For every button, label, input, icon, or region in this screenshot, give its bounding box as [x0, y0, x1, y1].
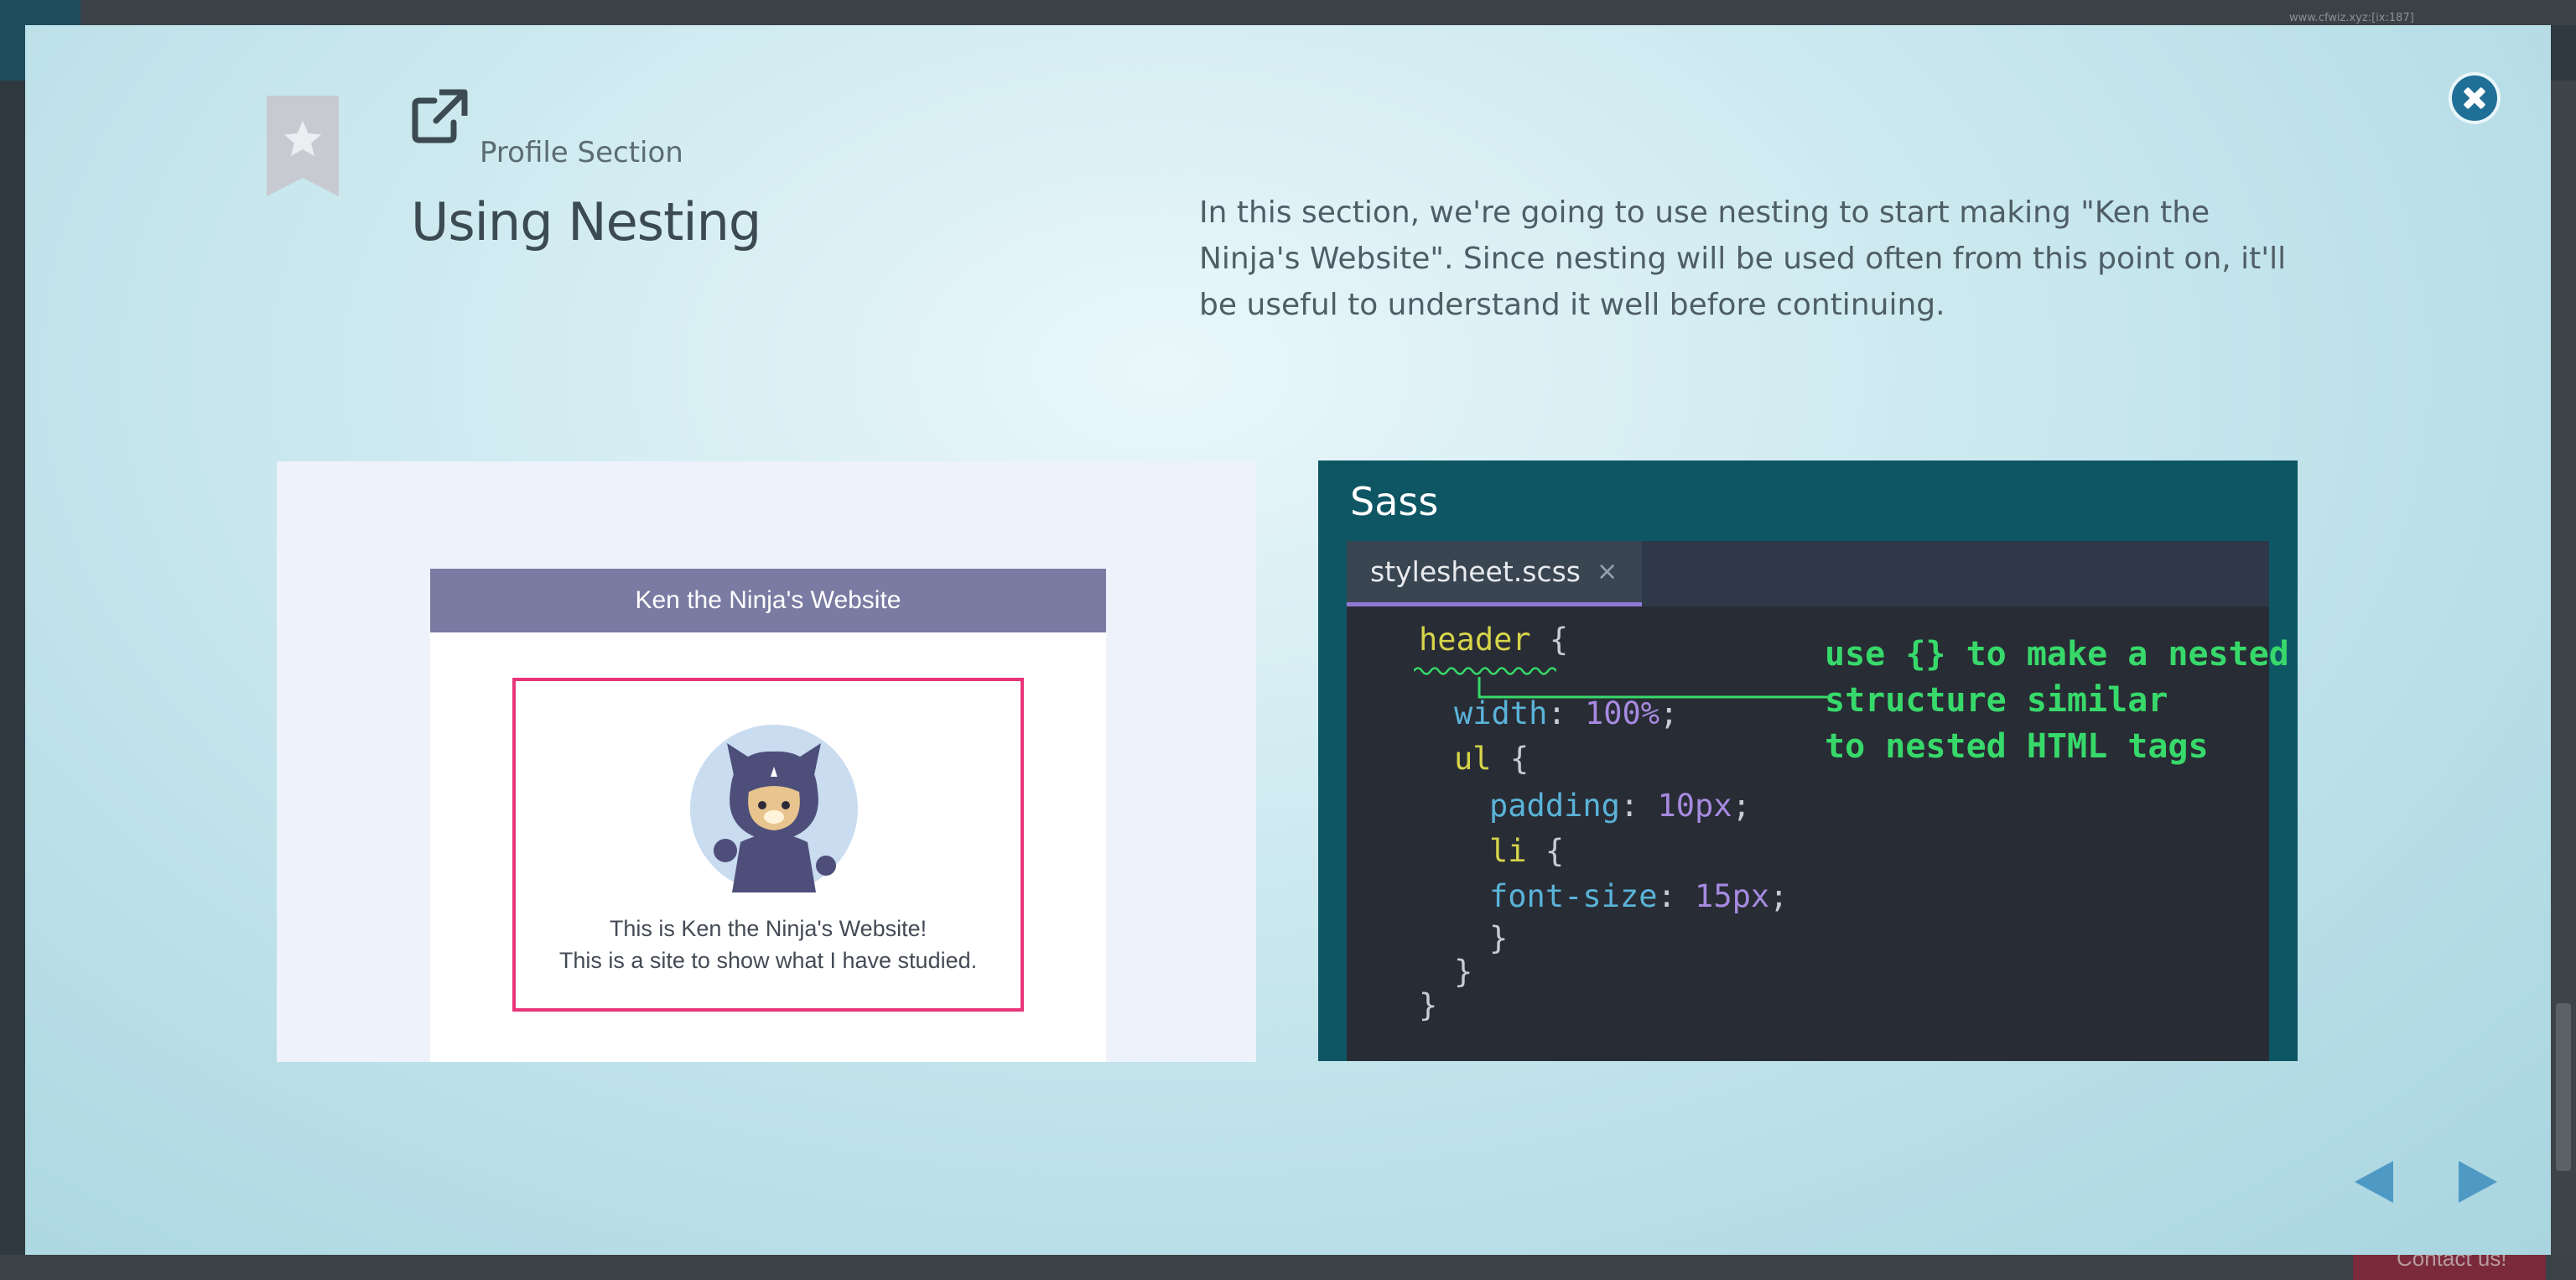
ninja-avatar-icon [690, 725, 858, 892]
code-line: } [1454, 954, 1473, 990]
code-line: } [1419, 987, 1438, 1023]
background-scrollbar[interactable] [2551, 81, 2576, 1255]
code-line: header { [1419, 622, 1568, 658]
code-value: 15px [1695, 878, 1770, 914]
code-selector: ul [1454, 741, 1492, 777]
code-property: padding [1489, 788, 1620, 824]
code-punctuation: { [1530, 622, 1569, 658]
close-icon[interactable] [2449, 72, 2501, 124]
code-line: padding: 10px; [1489, 788, 1751, 824]
code-editor: stylesheet.scss × header { use {} to mak… [1347, 541, 2289, 1061]
code-punctuation: { [1526, 833, 1565, 869]
scrollbar-thumb[interactable] [2556, 1003, 2571, 1171]
code-line: } [1489, 920, 1509, 956]
lesson-slide-modal: Profile Section Using Nesting In this se… [25, 25, 2551, 1255]
code-line: width: 100%; [1454, 695, 1678, 731]
code-punctuation: : [1657, 878, 1696, 914]
website-preview-image: Ken the Ninja's Website This is Ken the … [277, 461, 1256, 1062]
code-line: font-size: 15px; [1489, 878, 1788, 914]
nesting-annotation: use {} to make a nested structure simila… [1825, 635, 2289, 766]
code-value: 100% [1584, 695, 1660, 731]
squiggle-underline [1414, 667, 1556, 675]
website-frame: Ken the Ninja's Website This is Ken the … [430, 569, 1106, 1062]
external-link-icon[interactable] [411, 89, 470, 144]
code-punctuation: { [1491, 741, 1530, 777]
code-selector: header [1419, 622, 1531, 658]
code-selector: li [1489, 833, 1527, 869]
code-line: ul { [1454, 741, 1529, 777]
star-bookmark-icon[interactable] [267, 96, 339, 196]
code-line: li { [1489, 833, 1564, 869]
section-link-label[interactable]: Profile Section [480, 136, 683, 169]
code-punctuation: ; [1659, 695, 1679, 731]
sass-code-image: Sass stylesheet.scss × header { use {} t… [1318, 460, 2298, 1061]
lesson-title: Using Nesting [411, 191, 761, 252]
profile-text-line-2: This is a site to show what I have studi… [558, 948, 978, 973]
tab-close-icon: × [1597, 557, 1618, 586]
profile-text-line-1: This is Ken the Ninja's Website! [609, 916, 927, 941]
code-punctuation: ; [1732, 788, 1751, 824]
code-property: width [1454, 695, 1548, 731]
code-punctuation: : [1619, 788, 1658, 824]
editor-tab: stylesheet.scss × [1347, 541, 1642, 606]
editor-tab-bar: stylesheet.scss × [1347, 541, 2269, 606]
triangle-left-icon[interactable] [2353, 1159, 2395, 1205]
profile-highlight-box: This is Ken the Ninja's Website! This is… [512, 678, 1024, 1012]
code-punctuation: ; [1769, 878, 1789, 914]
code-value: 10px [1657, 788, 1732, 824]
triangle-right-icon[interactable] [2457, 1159, 2499, 1205]
background-bottom-bar [0, 1255, 2576, 1280]
code-punctuation: : [1547, 695, 1585, 731]
website-header: Ken the Ninja's Website [430, 569, 1106, 632]
code-property: font-size [1489, 878, 1658, 914]
sass-panel-title: Sass [1350, 479, 1439, 524]
editor-tab-label: stylesheet.scss [1370, 555, 1581, 588]
lesson-description: In this section, we're going to use nest… [1199, 195, 2287, 322]
background-url-text: www.cfwiz.xyz:[ix:187] [2289, 12, 2414, 24]
background-top-bar [0, 0, 2576, 25]
